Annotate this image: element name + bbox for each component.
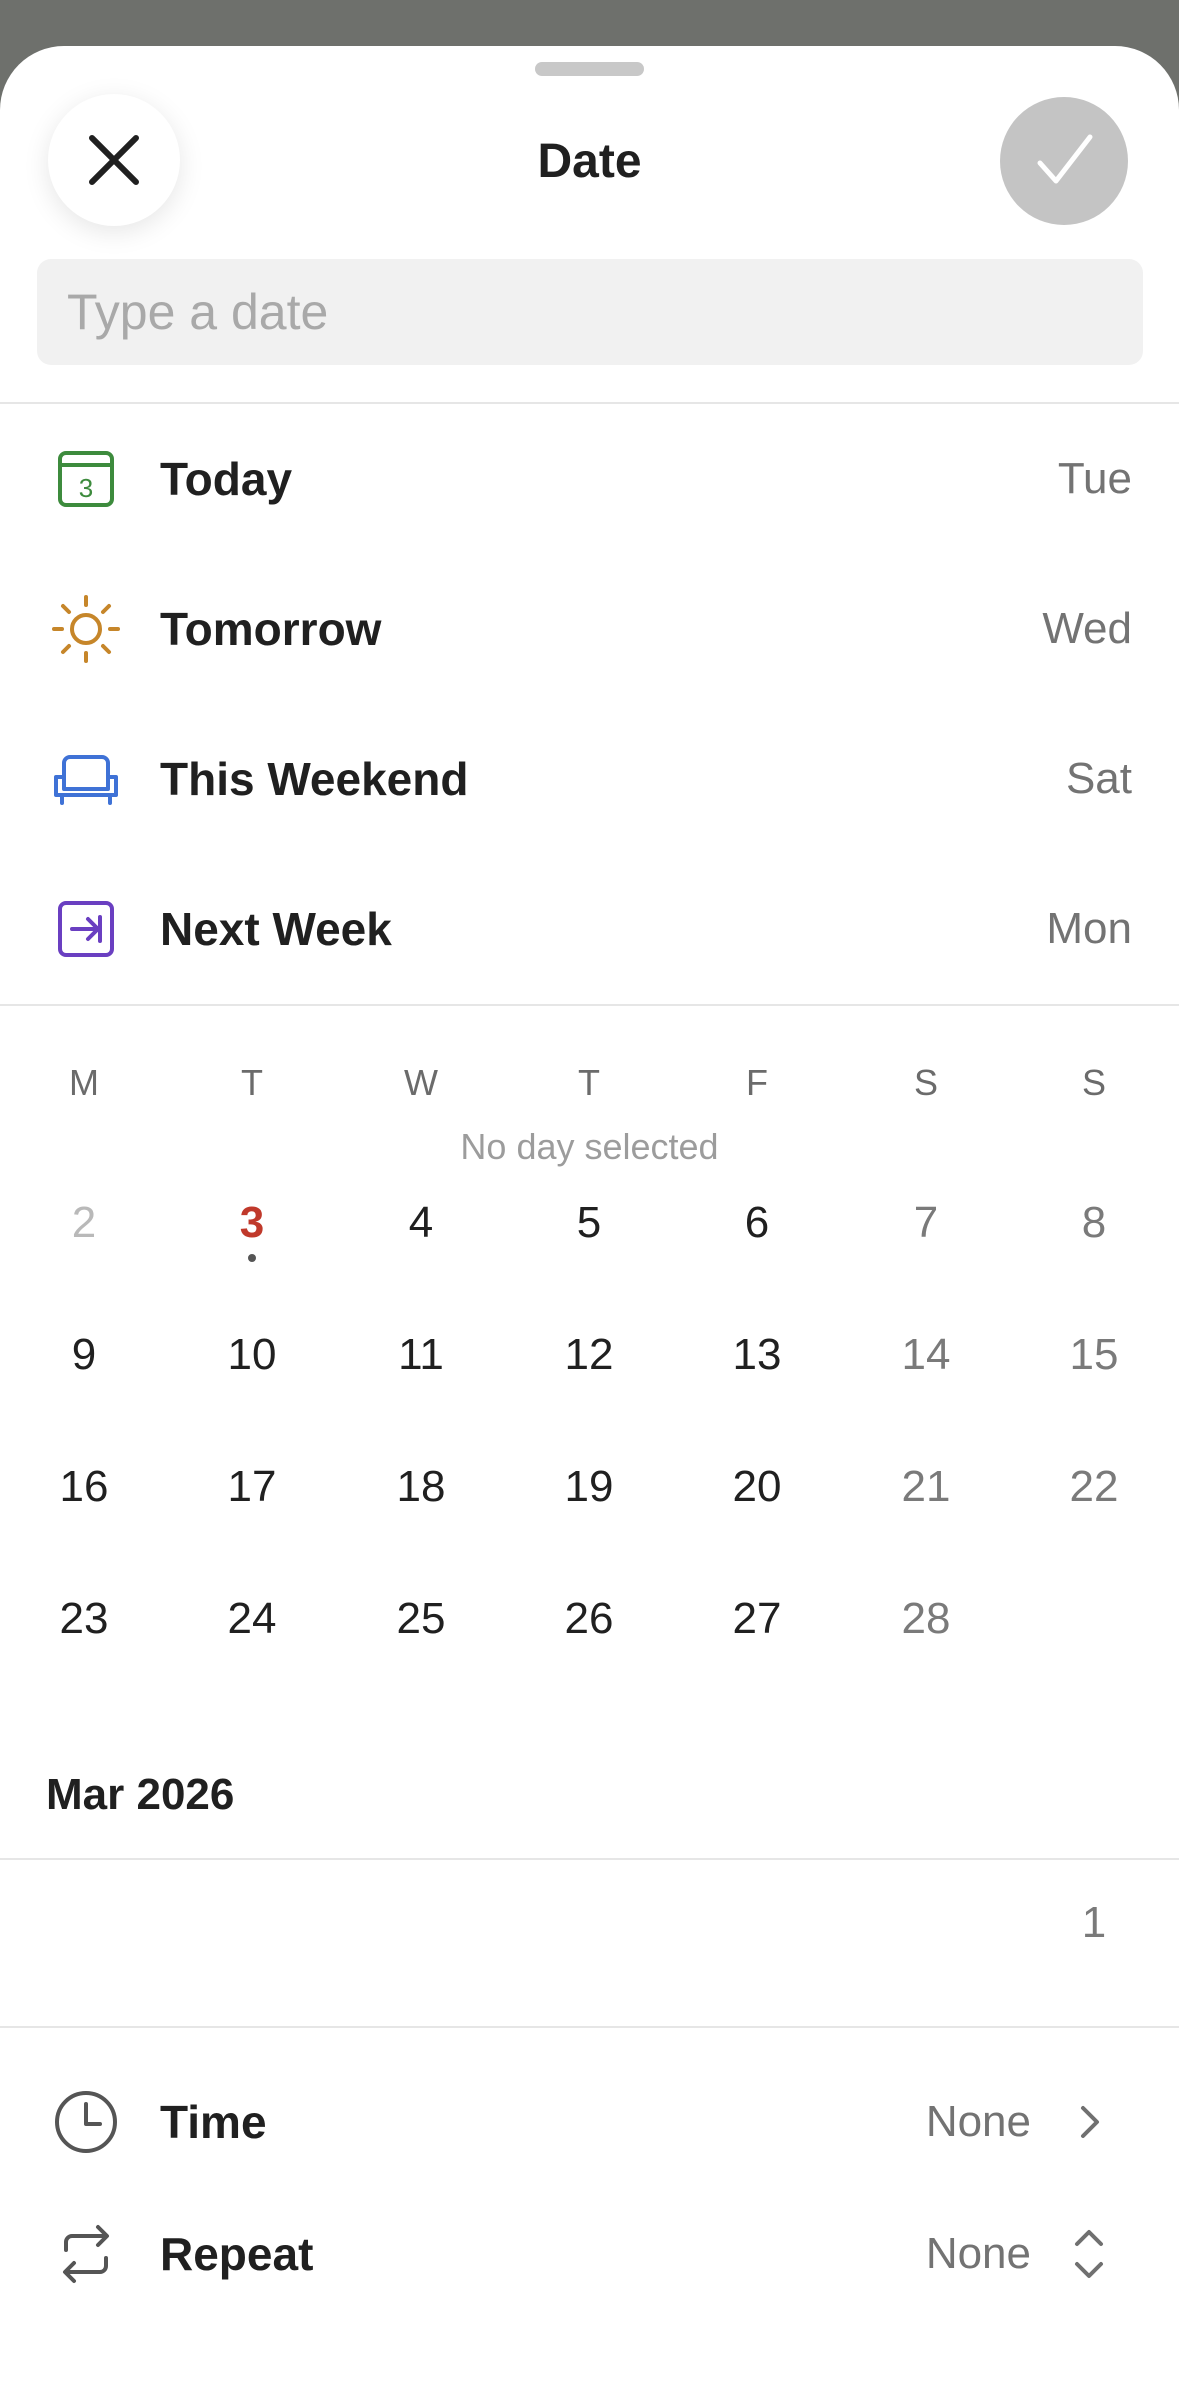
- confirm-button[interactable]: [1000, 97, 1128, 225]
- calendar-day[interactable]: 17: [192, 1437, 312, 1537]
- time-label: Time: [160, 2096, 267, 2148]
- quick-option-next-week[interactable]: Next Week Mon: [0, 854, 1179, 1004]
- calendar-day[interactable]: 4: [361, 1173, 481, 1273]
- checkmark-icon: [1037, 134, 1093, 184]
- calendar-day[interactable]: 15: [1034, 1305, 1154, 1405]
- weekday-label: T: [578, 1062, 600, 1103]
- time-row[interactable]: Time None: [0, 2056, 1179, 2188]
- quick-option-day: Wed: [1042, 604, 1132, 653]
- date-input[interactable]: [37, 259, 1143, 365]
- sofa-icon: [50, 747, 122, 811]
- clock-icon: [50, 2086, 122, 2158]
- calendar-day: 2: [71, 1198, 97, 1247]
- quick-option-tomorrow[interactable]: Tomorrow Wed: [0, 554, 1179, 704]
- calendar-day[interactable]: 7: [866, 1173, 986, 1273]
- quick-option-today[interactable]: 3 Today Tue: [0, 404, 1179, 554]
- calendar-day[interactable]: 18: [361, 1437, 481, 1537]
- chevron-updown-icon: [1059, 2224, 1119, 2284]
- selection-status: No day selected: [460, 1126, 719, 1167]
- sheet-grabber[interactable]: [535, 62, 644, 76]
- weekday-label: F: [746, 1062, 768, 1103]
- divider: [0, 1004, 1179, 1006]
- repeat-row[interactable]: Repeat None: [0, 2188, 1179, 2320]
- weekday-label: S: [1081, 1062, 1106, 1103]
- arrow-box-icon: [50, 897, 122, 961]
- calendar-day[interactable]: 21: [866, 1437, 986, 1537]
- repeat-label: Repeat: [160, 2228, 314, 2280]
- calendar-day[interactable]: 27: [697, 1569, 817, 1669]
- calendar-day[interactable]: 5: [529, 1173, 649, 1273]
- calendar-day[interactable]: 12: [529, 1305, 649, 1405]
- calendar-day[interactable]: 16: [24, 1437, 144, 1537]
- weekday-label: S: [913, 1062, 938, 1103]
- calendar-day[interactable]: 19: [529, 1437, 649, 1537]
- date-picker-sheet: Date 3 Today Tue: [0, 46, 1179, 2396]
- divider: [0, 2026, 1179, 2028]
- chevron-right-icon: [1059, 2092, 1119, 2152]
- quick-option-label: This Weekend: [160, 753, 469, 805]
- quick-option-day: Sat: [1065, 754, 1132, 803]
- svg-text:3: 3: [79, 473, 93, 503]
- settings-panel: Time None Repeat None: [0, 2026, 1179, 2396]
- quick-option-label: Tomorrow: [160, 603, 382, 655]
- month-label: Mar 2026: [46, 1770, 235, 1819]
- calendar-day[interactable]: 1: [1034, 1873, 1154, 1973]
- calendar-day[interactable]: 13: [697, 1305, 817, 1405]
- divider: [0, 1858, 1179, 1860]
- calendar-day[interactable]: 26: [529, 1569, 649, 1669]
- calendar-day[interactable]: 20: [697, 1437, 817, 1537]
- calendar-day[interactable]: 9: [24, 1305, 144, 1405]
- calendar-day[interactable]: 6: [697, 1173, 817, 1273]
- calendar-day[interactable]: 23: [24, 1569, 144, 1669]
- calendar-day[interactable]: 28: [866, 1569, 986, 1669]
- quick-option-this-weekend[interactable]: This Weekend Sat: [0, 704, 1179, 854]
- calendar-day[interactable]: 24: [192, 1569, 312, 1669]
- repeat-icon: [50, 2218, 122, 2290]
- weekday-label: T: [241, 1062, 263, 1103]
- sun-icon: [50, 595, 122, 663]
- calendar-day[interactable]: 8: [1034, 1173, 1154, 1273]
- weekday-label: M: [69, 1062, 99, 1103]
- calendar-today-icon: 3: [50, 447, 122, 511]
- calendar-day[interactable]: 10: [192, 1305, 312, 1405]
- quick-option-label: Next Week: [160, 903, 392, 955]
- calendar-day[interactable]: 11: [361, 1305, 481, 1405]
- calendar-day[interactable]: 22: [1034, 1437, 1154, 1537]
- weekday-label: W: [404, 1062, 438, 1103]
- calendar-day[interactable]: 25: [361, 1569, 481, 1669]
- today-indicator: [248, 1254, 256, 1262]
- calendar-day[interactable]: 14: [866, 1305, 986, 1405]
- quick-option-day: Mon: [1046, 904, 1132, 953]
- quick-option-day: Tue: [1057, 454, 1132, 503]
- time-value: None: [925, 2097, 1031, 2146]
- quick-option-label: Today: [160, 453, 293, 505]
- repeat-value: None: [925, 2229, 1031, 2278]
